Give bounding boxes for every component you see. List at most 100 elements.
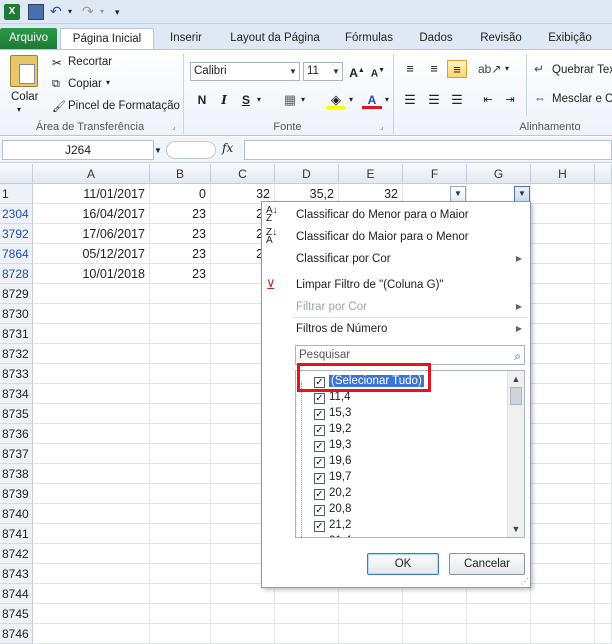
number-filters-item[interactable]: Filtros de Número ▶: [262, 318, 530, 340]
font-name-combo[interactable]: Calibri ▼: [190, 62, 300, 81]
cell[interactable]: [595, 544, 612, 564]
cell[interactable]: [531, 464, 595, 484]
cell[interactable]: [531, 324, 595, 344]
row-header[interactable]: 1: [0, 184, 33, 204]
cell[interactable]: [150, 404, 211, 424]
cell[interactable]: [595, 204, 612, 224]
cell[interactable]: [339, 604, 403, 624]
cell[interactable]: [531, 284, 595, 304]
cell[interactable]: [211, 624, 275, 644]
cell[interactable]: [33, 384, 150, 404]
format-painter-button[interactable]: Pincel de Formatação: [68, 100, 180, 112]
formula-bar-divider-handle[interactable]: [166, 141, 216, 159]
cell[interactable]: [33, 344, 150, 364]
cell[interactable]: [531, 444, 595, 464]
cell[interactable]: [403, 604, 467, 624]
borders-dropdown-icon[interactable]: ▾: [298, 91, 308, 109]
cell[interactable]: [595, 524, 612, 544]
fill-color-icon[interactable]: ◈: [326, 91, 346, 109]
row-header[interactable]: 8732: [0, 344, 33, 364]
borders-icon[interactable]: ▦: [280, 91, 300, 109]
paste-button[interactable]: Colar: [11, 91, 38, 103]
cell[interactable]: [33, 444, 150, 464]
save-icon[interactable]: [28, 4, 44, 20]
checkbox-icon[interactable]: ✓: [314, 409, 325, 420]
column-header[interactable]: A: [33, 164, 150, 184]
checkbox-icon[interactable]: ✓: [314, 425, 325, 436]
tab-revisao[interactable]: Revisão: [472, 28, 530, 49]
cell[interactable]: [275, 604, 339, 624]
cell[interactable]: [531, 484, 595, 504]
row-header[interactable]: 8741: [0, 524, 33, 544]
column-header[interactable]: H: [531, 164, 595, 184]
cell[interactable]: [150, 584, 211, 604]
cell[interactable]: [531, 584, 595, 604]
cell[interactable]: [211, 604, 275, 624]
cell[interactable]: 23: [150, 204, 211, 224]
cell[interactable]: [531, 244, 595, 264]
cell[interactable]: [595, 584, 612, 604]
row-header[interactable]: 8744: [0, 584, 33, 604]
cell[interactable]: [531, 264, 595, 284]
cell[interactable]: [403, 624, 467, 644]
underline-button[interactable]: S: [236, 91, 256, 109]
font-launcher-icon[interactable]: ⌟: [380, 122, 384, 131]
filter-value-item[interactable]: ✓ 19,7: [314, 469, 351, 485]
cell[interactable]: [33, 324, 150, 344]
row-header[interactable]: 8745: [0, 604, 33, 624]
cell[interactable]: [150, 344, 211, 364]
cell[interactable]: [150, 564, 211, 584]
checkbox-icon[interactable]: ✓: [314, 441, 325, 452]
cell[interactable]: [150, 624, 211, 644]
row-header[interactable]: 8738: [0, 464, 33, 484]
cell[interactable]: [150, 444, 211, 464]
cell[interactable]: [531, 564, 595, 584]
italic-button[interactable]: I: [214, 91, 234, 109]
cell[interactable]: [595, 504, 612, 524]
filter-value-item[interactable]: ✓ 21,2: [314, 517, 351, 533]
align-center-icon[interactable]: ☰: [424, 91, 444, 109]
row-header[interactable]: 7864: [0, 244, 33, 264]
column-header[interactable]: D: [275, 164, 339, 184]
cell[interactable]: [150, 324, 211, 344]
cell[interactable]: 16/04/2017: [33, 204, 150, 224]
filter-value-item[interactable]: ✓ 21,4: [314, 533, 351, 538]
cell[interactable]: [150, 364, 211, 384]
orientation-icon[interactable]: ab↗: [478, 60, 501, 78]
tab-arquivo[interactable]: Arquivo: [0, 28, 57, 49]
align-middle-icon[interactable]: ≡: [424, 60, 444, 78]
tab-pagina-inicial[interactable]: Página Inicial: [60, 28, 154, 49]
sort-by-color-item[interactable]: Classificar por Cor ▶: [262, 248, 530, 270]
column-header[interactable]: B: [150, 164, 211, 184]
row-header[interactable]: 8742: [0, 544, 33, 564]
row-header[interactable]: 8737: [0, 444, 33, 464]
cell[interactable]: [595, 284, 612, 304]
insert-function-icon[interactable]: fx: [222, 141, 233, 155]
cell[interactable]: [150, 464, 211, 484]
cut-button[interactable]: Recortar: [68, 56, 112, 68]
cancel-button[interactable]: Cancelar: [449, 553, 525, 575]
filter-value-item[interactable]: ✓ 15,3: [314, 405, 351, 421]
cell[interactable]: [150, 524, 211, 544]
cell[interactable]: [33, 564, 150, 584]
cell[interactable]: [531, 384, 595, 404]
cell[interactable]: [150, 604, 211, 624]
fill-color-dropdown-icon[interactable]: ▾: [346, 91, 356, 109]
cell[interactable]: [595, 324, 612, 344]
checkbox-icon[interactable]: ✓: [314, 537, 325, 538]
scroll-thumb[interactable]: [510, 387, 522, 405]
cell[interactable]: [595, 564, 612, 584]
cell[interactable]: [33, 424, 150, 444]
merge-center-button[interactable]: Mesclar e C: [552, 93, 612, 105]
cell[interactable]: [595, 424, 612, 444]
row-header[interactable]: 8740: [0, 504, 33, 524]
redo-dropdown-icon[interactable]: ▾: [100, 4, 116, 20]
cell[interactable]: [595, 464, 612, 484]
cell[interactable]: [595, 404, 612, 424]
cell[interactable]: 11/01/2017: [33, 184, 150, 204]
tab-layout-pagina[interactable]: Layout da Página: [220, 28, 330, 49]
resize-grip-icon[interactable]: ⋰: [521, 577, 529, 586]
filter-value-item[interactable]: ✓ 19,3: [314, 437, 351, 453]
cell[interactable]: 23: [150, 264, 211, 284]
cell[interactable]: [467, 604, 531, 624]
